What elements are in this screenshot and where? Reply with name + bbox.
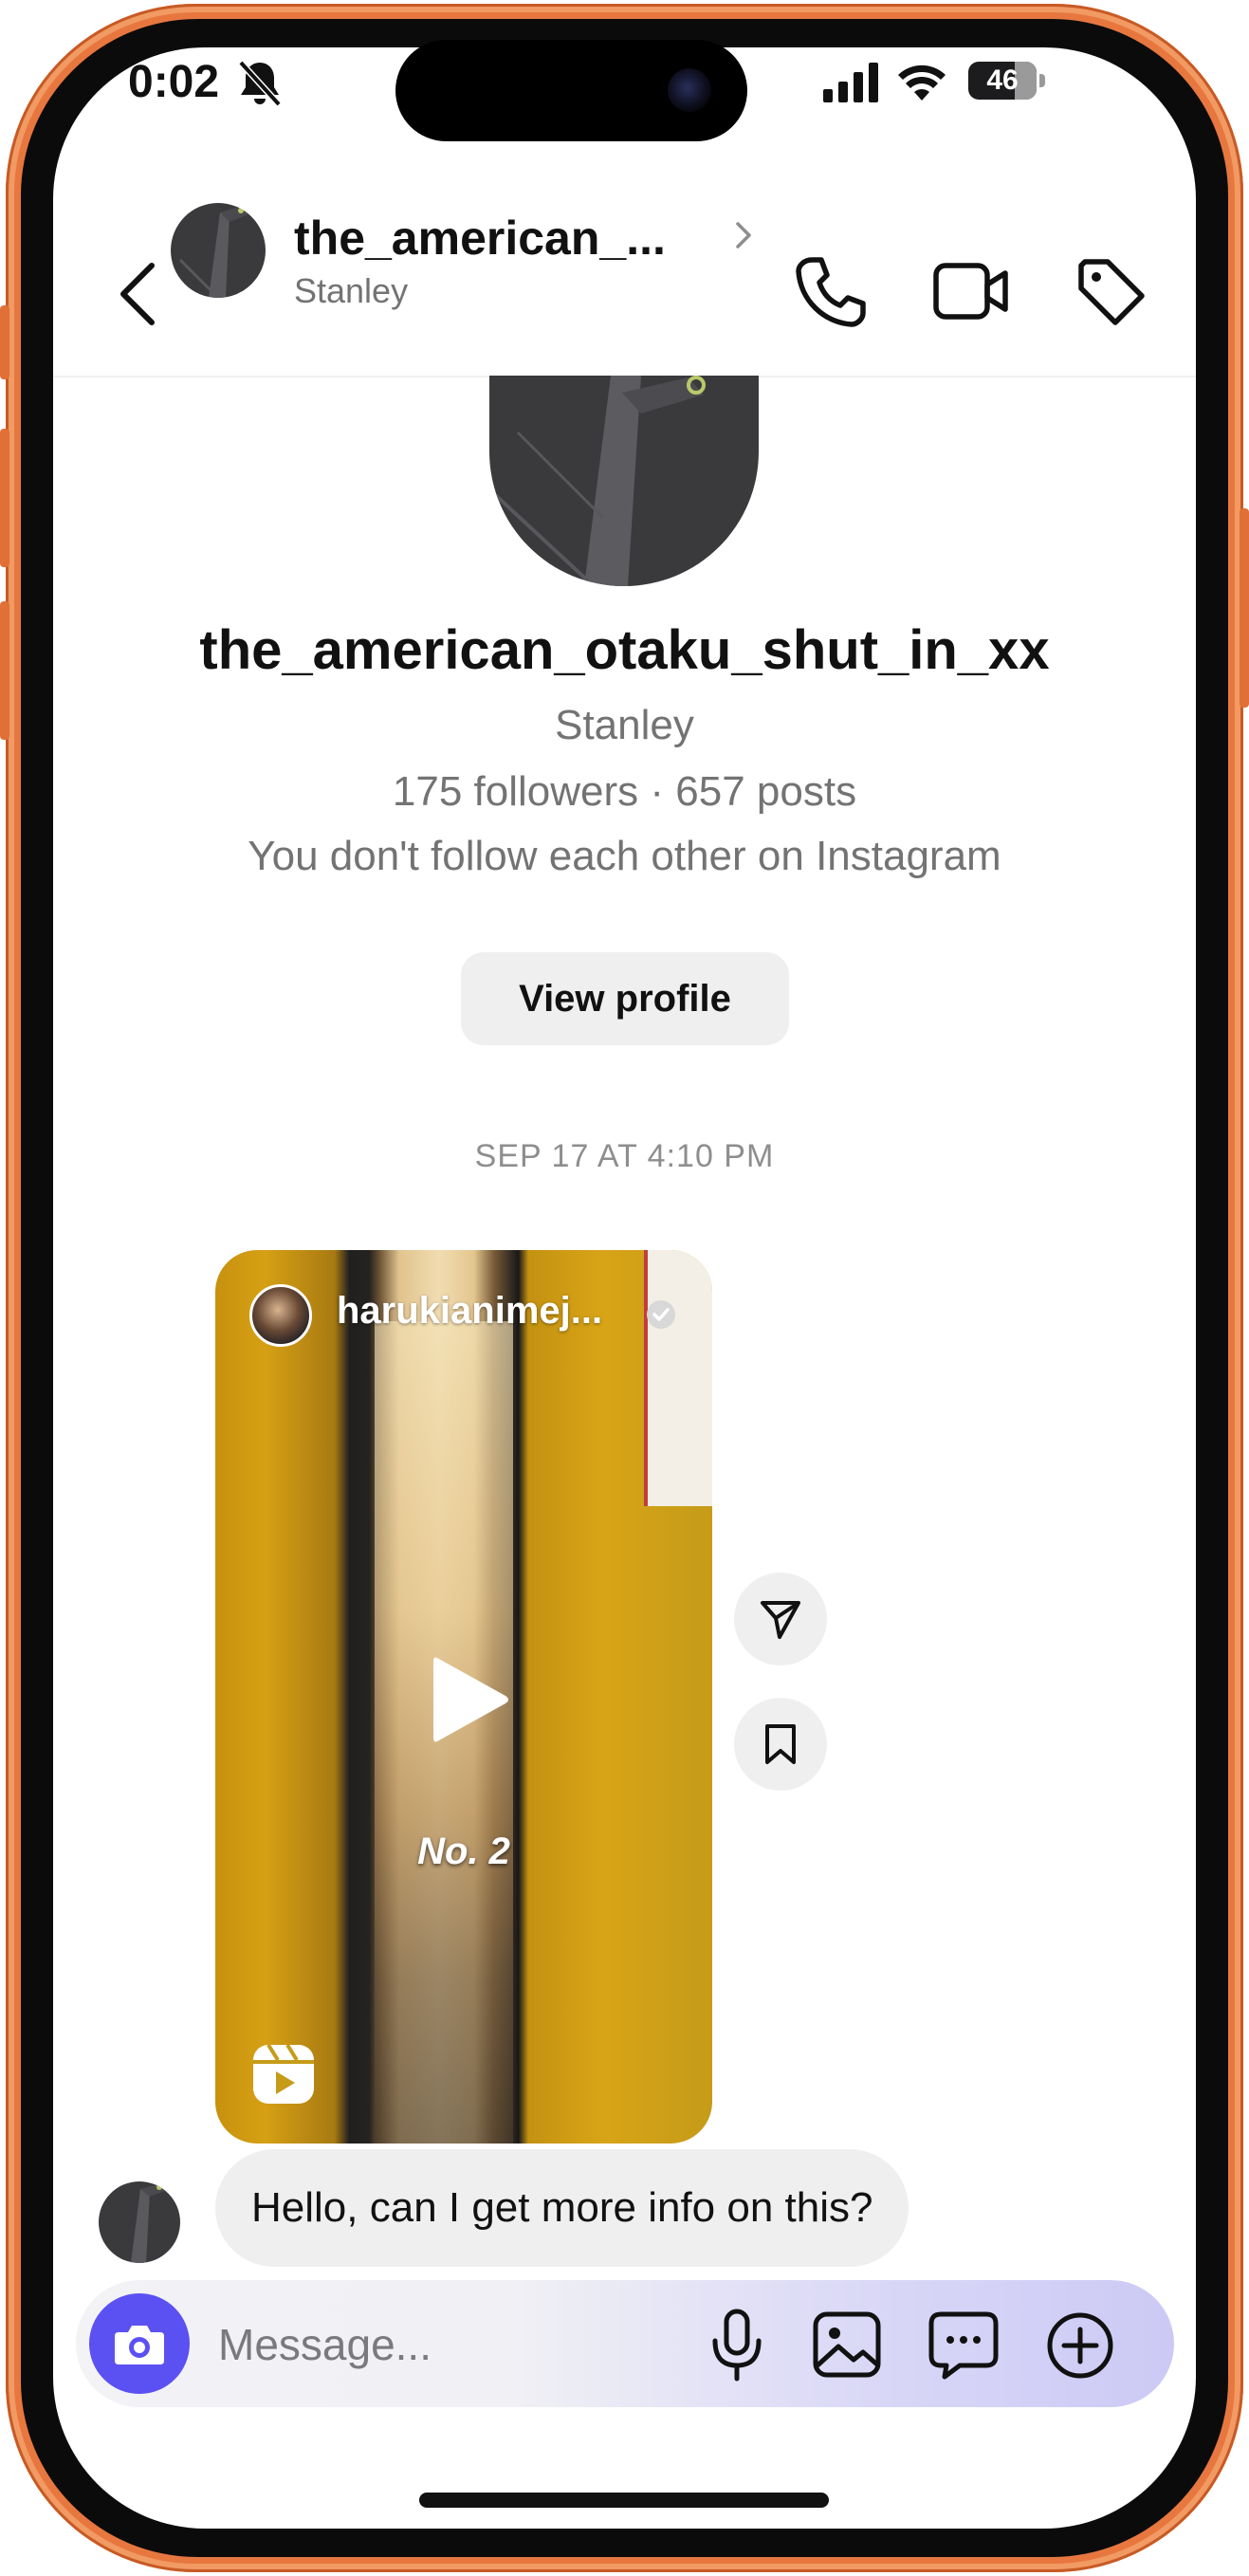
shared-reel-card[interactable]: harukianimej... No. 2 bbox=[215, 1250, 712, 2144]
reel-author[interactable]: harukianimej... bbox=[337, 1290, 602, 1333]
sticker-icon bbox=[928, 2311, 999, 2380]
camera-button[interactable] bbox=[89, 2293, 190, 2394]
header-username[interactable]: the_american_... bbox=[294, 211, 721, 266]
reel-author-avatar bbox=[249, 1284, 312, 1347]
chevron-right-icon bbox=[732, 218, 755, 252]
front-camera bbox=[668, 68, 711, 112]
reel-caption: No. 2 bbox=[417, 1831, 510, 1872]
verified-badge-icon bbox=[644, 1297, 678, 1332]
more-button[interactable] bbox=[1045, 2310, 1115, 2381]
phone-icon bbox=[796, 257, 866, 327]
microphone-icon bbox=[712, 2309, 762, 2382]
gallery-icon bbox=[813, 2311, 881, 2378]
dynamic-island bbox=[395, 40, 747, 141]
tag-button[interactable] bbox=[1075, 256, 1148, 328]
gallery-button[interactable] bbox=[812, 2310, 882, 2379]
action-button bbox=[0, 305, 9, 379]
volume-up-button bbox=[0, 429, 9, 567]
video-camera-icon bbox=[933, 263, 1008, 320]
message-timestamp: SEP 17 AT 4:10 PM bbox=[474, 1138, 775, 1174]
message-avatar[interactable] bbox=[99, 2181, 180, 2263]
follow-status: You don't follow each other on Instagram bbox=[248, 833, 1001, 879]
share-button[interactable] bbox=[734, 1573, 827, 1665]
battery-level: 46 bbox=[986, 64, 1019, 96]
battery-icon: 46 bbox=[968, 62, 1037, 100]
profile-username: the_american_otaku_shut_in_xx bbox=[199, 619, 1050, 681]
bell-slash-icon bbox=[237, 59, 283, 108]
sticker-button[interactable] bbox=[928, 2310, 1000, 2381]
home-indicator[interactable] bbox=[419, 2493, 829, 2508]
audio-call-button[interactable] bbox=[793, 254, 867, 328]
plus-icon bbox=[1047, 2312, 1113, 2379]
message-bubble[interactable]: Hello, can I get more info on this? bbox=[215, 2149, 909, 2267]
view-profile-button[interactable]: View profile bbox=[461, 952, 789, 1045]
video-call-button[interactable] bbox=[933, 262, 1009, 321]
share-icon bbox=[761, 1601, 800, 1639]
profile-stats: 175 followers · 657 posts bbox=[392, 768, 857, 815]
play-icon[interactable] bbox=[426, 1650, 511, 1749]
reels-icon bbox=[251, 2043, 316, 2106]
header-display-name: Stanley bbox=[294, 271, 409, 310]
back-button[interactable] bbox=[114, 260, 163, 328]
wifi-icon bbox=[897, 59, 946, 102]
header-avatar[interactable] bbox=[171, 203, 266, 298]
camera-icon bbox=[115, 2326, 164, 2364]
microphone-button[interactable] bbox=[709, 2309, 764, 2383]
message-input[interactable] bbox=[216, 2310, 656, 2379]
profile-full-name: Stanley bbox=[555, 702, 694, 748]
reel-thumbnail-sign bbox=[644, 1250, 712, 1506]
back-chevron-icon bbox=[120, 263, 155, 325]
battery-cap bbox=[1039, 74, 1045, 87]
save-button[interactable] bbox=[734, 1698, 827, 1791]
status-time: 0:02 bbox=[128, 57, 220, 107]
tag-icon bbox=[1078, 259, 1145, 325]
cellular-signal-icon bbox=[823, 63, 878, 102]
bookmark-icon bbox=[765, 1724, 796, 1764]
